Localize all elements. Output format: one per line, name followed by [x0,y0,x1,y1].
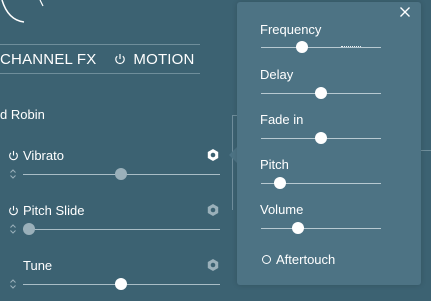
power-icon [9,150,18,161]
tune-label-text: Tune [23,258,53,273]
volume-slider-track[interactable] [261,228,381,229]
tune-slider-thumb[interactable] [115,278,127,290]
tab-channel-fx[interactable]: CHANNEL FX [0,51,96,68]
volume-label: Volume [260,202,304,217]
gear-icon[interactable] [206,203,220,217]
vibrato-settings-popup [237,2,421,285]
aftertouch-radio[interactable] [262,255,271,264]
delay-slider-thumb[interactable] [315,87,327,99]
pitch-slide-slider-track[interactable] [23,229,220,230]
vibrato-label-text: Vibrato [23,148,64,163]
aftertouch-label[interactable]: Aftertouch [276,252,335,267]
close-icon[interactable] [399,6,411,18]
frequency-range-indicator [341,46,361,47]
gear-icon[interactable] [206,258,220,272]
frequency-slider-track[interactable] [261,47,381,48]
tab-motion[interactable]: MOTION [114,51,195,68]
delay-label: Delay [260,67,294,82]
up-down-icon[interactable] [10,169,16,179]
pitch-label: Pitch [260,157,289,172]
knob-arc [1,0,44,23]
vibrato-label[interactable]: Vibrato [8,148,64,163]
pitch-slide-slider-thumb[interactable] [23,223,35,235]
tune-label: Tune [23,258,52,273]
power-icon [115,54,125,65]
pitch-slide-label-text: Pitch Slide [23,203,85,218]
tab-motion-label: MOTION [133,51,195,68]
fade-in-slider-thumb[interactable] [315,132,327,144]
gear-icon[interactable] [206,148,220,162]
power-icon [9,205,18,216]
up-down-icon[interactable] [10,279,16,289]
up-down-icon[interactable] [10,224,16,234]
fade-in-label: Fade in [260,112,304,127]
right-edge-divider [421,150,431,151]
round-robin-label: d Robin [0,107,45,122]
tabs-bottom-divider [0,73,200,74]
vibrato-slider-thumb[interactable] [115,168,127,180]
tabs-top-divider [0,44,200,45]
frequency-label: Frequency [260,22,322,37]
frequency-slider-thumb[interactable] [295,41,308,53]
pitch-slide-label[interactable]: Pitch Slide [8,203,84,218]
